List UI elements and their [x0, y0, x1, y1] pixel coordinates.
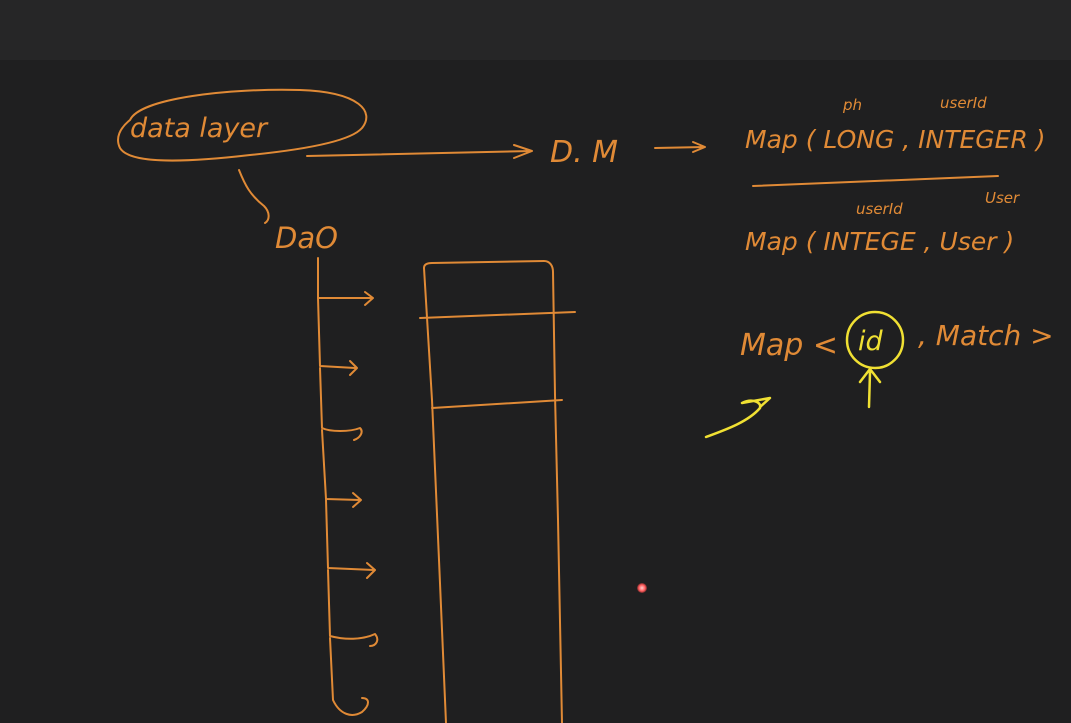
data-layer-label: data layer [130, 113, 269, 144]
map-divider-line [752, 175, 999, 187]
drawing-svg: data layer D. M ph userId Map ( LONG , I… [117, 88, 1054, 723]
dao-label: DaO [275, 221, 338, 255]
map2-text: Map ( INTEGE , User ) [745, 227, 1014, 256]
map1-text: Map ( LONG , INTEGER ) [745, 125, 1046, 154]
table-rectangle [419, 260, 576, 723]
drawing-canvas[interactable]: data layer D. M ph userId Map ( LONG , I… [0, 0, 1071, 723]
map3-suffix: , Match > [918, 319, 1054, 352]
map2-annotation-left: userId [856, 200, 903, 218]
map2-annotation-right: User [985, 189, 1020, 207]
layer-to-dao-connector [238, 169, 270, 224]
laser-pointer-icon [637, 583, 647, 593]
map3-id-label: id [858, 326, 884, 357]
map3-prefix: Map < [740, 328, 838, 363]
data-layer-to-dm-arrow [306, 144, 533, 159]
dm-to-map-arrow [654, 141, 706, 153]
whiteboard-app: data layer D. M ph userId Map ( LONG , I… [0, 0, 1071, 723]
id-pointer-arrow [858, 367, 882, 409]
squiggle-arrow [704, 396, 772, 439]
dm-label: D. M [550, 135, 618, 170]
dao-branch-connectors [317, 257, 379, 716]
map1-annotation-left: ph [842, 96, 862, 114]
map1-annotation-right: userId [940, 94, 987, 112]
